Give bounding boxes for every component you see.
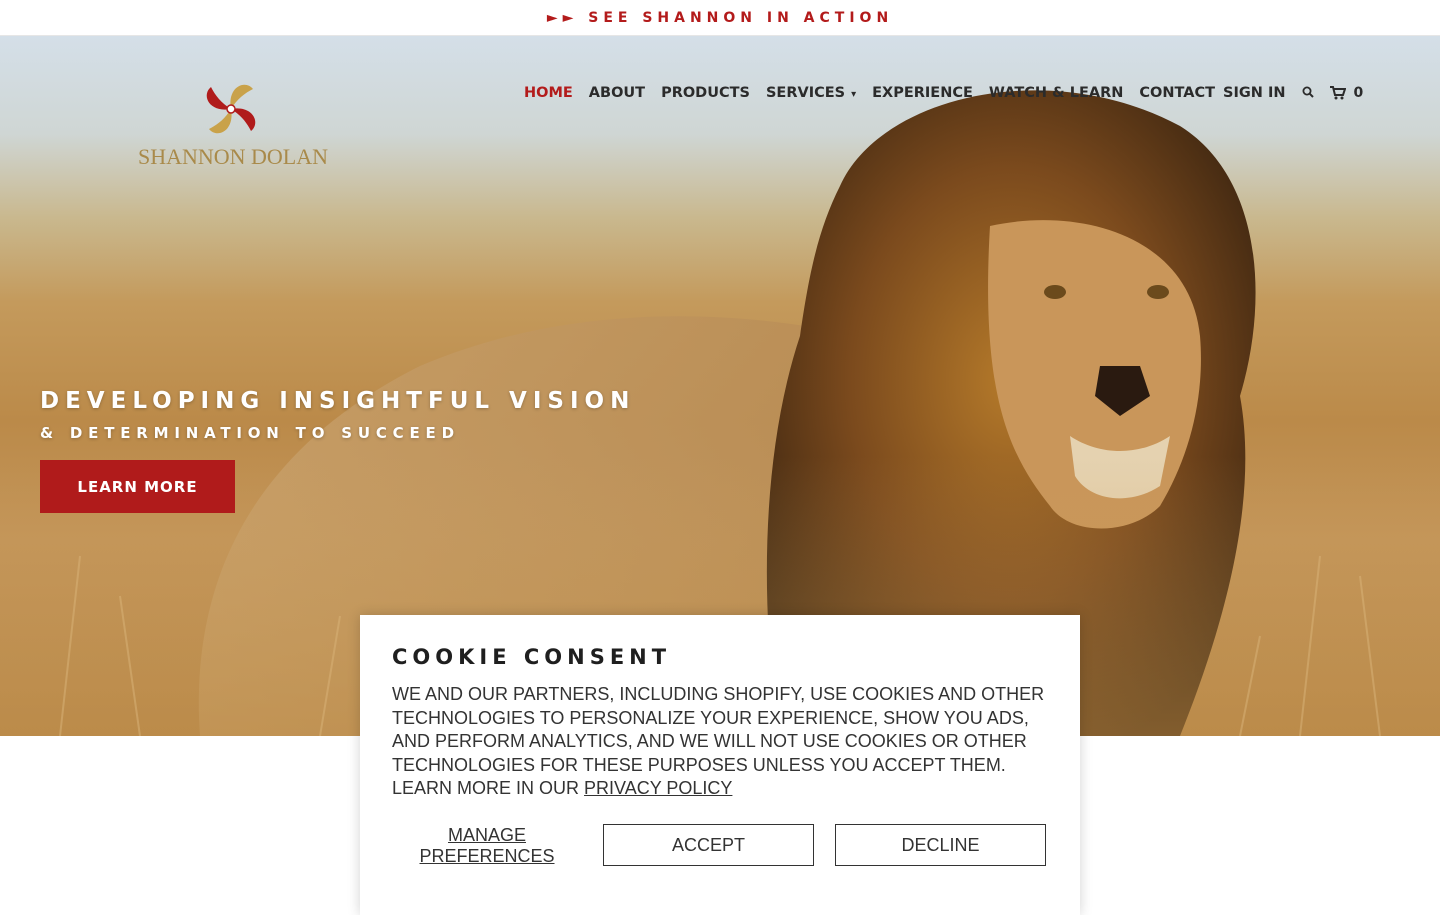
hero-subhead: & DETERMINATION TO SUCCEED xyxy=(40,424,460,442)
nav-services-label: SERVICES xyxy=(765,85,846,101)
manage-preferences-link[interactable]: MANAGE PREFERENCES xyxy=(392,825,582,867)
nav-watch-learn[interactable]: WATCH & LEARN xyxy=(989,85,1124,101)
cart-count: 0 xyxy=(1353,85,1364,101)
chevron-down-icon: ▾ xyxy=(851,89,857,100)
nav-home[interactable]: HOME xyxy=(524,85,573,101)
nav-contact[interactable]: CONTACT xyxy=(1139,85,1215,101)
cookie-title: COOKIE CONSENT xyxy=(392,645,672,669)
announcement-bar: ►► SEE SHANNON IN ACTION xyxy=(0,0,1440,36)
hero-headline: DEVELOPING INSIGHTFUL VISION xyxy=(40,388,636,414)
nav-sign-in[interactable]: SIGN IN xyxy=(1223,85,1285,101)
decline-button[interactable]: DECLINE xyxy=(835,824,1046,866)
search-icon[interactable] xyxy=(1302,85,1314,101)
nav-products[interactable]: PRODUCTS xyxy=(661,85,750,101)
cookie-body: We and our partners, including Shopify, … xyxy=(392,683,1052,801)
nav-services[interactable]: SERVICES ▾ xyxy=(766,85,856,101)
accept-button[interactable]: ACCEPT xyxy=(603,824,814,866)
announcement-link[interactable]: ►► SEE SHANNON IN ACTION xyxy=(547,10,893,26)
learn-more-button[interactable]: LEARN MORE xyxy=(40,460,235,513)
main-nav: HOME ABOUT PRODUCTS SERVICES ▾ EXPERIENCE… xyxy=(516,82,1371,104)
nav-experience[interactable]: EXPERIENCE xyxy=(872,85,973,101)
privacy-policy-link[interactable]: Privacy Policy xyxy=(584,778,732,798)
brand-name: SHANNON DOLAN xyxy=(137,144,329,169)
cookie-consent-dialog: COOKIE CONSENT We and our partners, incl… xyxy=(360,615,1080,915)
nav-about[interactable]: ABOUT xyxy=(589,85,645,101)
cart-icon[interactable]: 0 xyxy=(1329,85,1364,101)
